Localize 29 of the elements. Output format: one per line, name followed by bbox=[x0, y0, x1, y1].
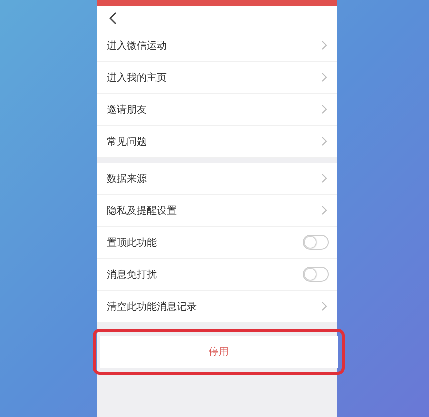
row-label: 隐私及提醒设置 bbox=[107, 204, 177, 218]
chevron-icon bbox=[322, 302, 327, 311]
row-label: 消息免打扰 bbox=[107, 268, 157, 282]
settings-row[interactable]: 常见问题 bbox=[97, 126, 337, 158]
toggle-switch[interactable] bbox=[303, 267, 329, 282]
settings-row[interactable]: 邀请朋友 bbox=[97, 94, 337, 126]
settings-row[interactable]: 数据来源 bbox=[97, 163, 337, 195]
settings-row[interactable]: 置顶此功能 bbox=[97, 227, 337, 259]
row-label: 常见问题 bbox=[107, 136, 147, 148]
back-icon[interactable] bbox=[109, 12, 117, 24]
settings-row[interactable]: 清空此功能消息记录 bbox=[97, 291, 337, 323]
row-label: 进入我的主页 bbox=[107, 72, 167, 84]
chevron-icon bbox=[322, 73, 327, 82]
settings-row[interactable]: 消息免打扰 bbox=[97, 259, 337, 291]
settings-row[interactable]: 隐私及提醒设置 bbox=[97, 195, 337, 227]
row-label: 邀请朋友 bbox=[107, 104, 147, 116]
chevron-icon bbox=[322, 137, 327, 146]
chevron-icon bbox=[322, 41, 327, 50]
disable-button[interactable]: 停用 bbox=[100, 336, 338, 368]
chevron-icon bbox=[322, 174, 327, 183]
chevron-icon bbox=[322, 206, 327, 215]
row-label: 清空此功能消息记录 bbox=[107, 300, 197, 314]
row-label: 数据来源 bbox=[107, 172, 147, 186]
row-label: 置顶此功能 bbox=[107, 236, 157, 250]
row-label: 进入微信运动 bbox=[107, 40, 167, 52]
settings-row[interactable]: 进入微信运动 bbox=[97, 30, 337, 62]
chevron-icon bbox=[322, 105, 327, 114]
toggle-switch[interactable] bbox=[303, 235, 329, 250]
settings-row[interactable]: 进入我的主页 bbox=[97, 62, 337, 94]
